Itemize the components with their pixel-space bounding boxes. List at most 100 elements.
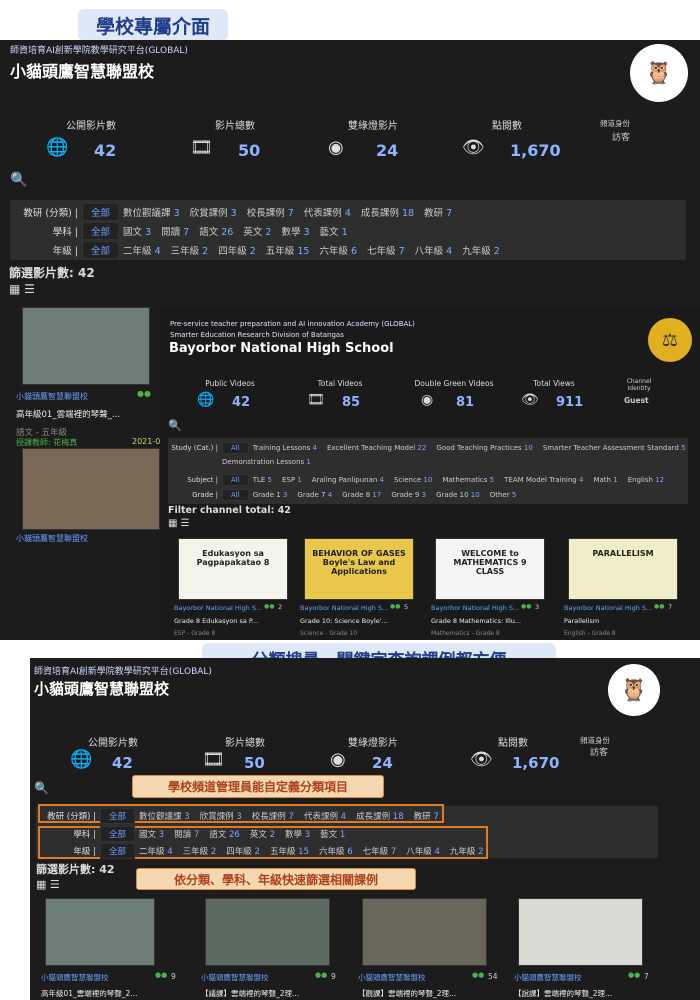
filter-option[interactable]: 數學 3 [285, 828, 310, 840]
filter-all-button[interactable]: 全部 [100, 843, 136, 859]
card-title[interactable]: Grade 10: Science Boyle'... [300, 617, 388, 625]
filter-option[interactable]: 數位觀議課 3 [139, 810, 190, 822]
filter-option[interactable]: Science 10 [394, 476, 432, 484]
filter-option[interactable]: 九年級 2 [462, 243, 500, 257]
filter-option[interactable]: 九年級 2 [450, 845, 484, 857]
filter-option[interactable]: Math 1 [593, 476, 617, 484]
filter-option[interactable]: 四年級 2 [226, 845, 260, 857]
filter-option[interactable]: 教研 7 [424, 205, 452, 219]
video-thumbnail[interactable] [45, 898, 155, 966]
filter-option[interactable]: 代表課例 4 [304, 810, 346, 822]
filter-option[interactable]: 二年級 4 [123, 243, 161, 257]
card-channel[interactable]: 小貓頭鷹智慧聯盟校 [201, 972, 269, 983]
filter-option[interactable]: Grade 10 10 [436, 491, 480, 499]
filter-option[interactable]: 七年級 7 [363, 845, 397, 857]
video-thumbnail[interactable] [518, 898, 643, 966]
filter-option[interactable]: 成長課例 18 [361, 205, 414, 219]
card-title[interactable]: 高年級01_雲端裡的琴聲_... [16, 408, 120, 420]
filter-option[interactable]: 語文 26 [199, 224, 233, 238]
filter-option[interactable]: 英文 2 [243, 224, 271, 238]
filter-option[interactable]: Training Lessons 4 [253, 444, 317, 452]
filter-option[interactable]: TEAM Model Training 4 [504, 476, 583, 484]
filter-option[interactable]: 代表課例 4 [304, 205, 351, 219]
card-title[interactable]: Grade 8 Edukasyon sa P... [174, 617, 258, 625]
filter-option[interactable]: 藝文 1 [320, 828, 345, 840]
video-thumbnail[interactable]: PARALLELISM [568, 538, 678, 600]
filter-option[interactable]: Good Teaching Practices 10 [436, 444, 532, 452]
filter-option[interactable]: 語文 26 [209, 828, 240, 840]
filter-option[interactable]: Excellent Teaching Model 22 [327, 444, 426, 452]
filter-option[interactable]: 五年級 15 [266, 243, 310, 257]
en-grid-view-icon[interactable]: ▦ ☰ [168, 518, 190, 529]
video-thumbnail[interactable] [205, 898, 330, 966]
card-channel[interactable]: Bayorbor National High S... [174, 604, 262, 612]
filter-option[interactable]: Mathematics 5 [442, 476, 494, 484]
filter-all-button[interactable]: 全部 [100, 826, 136, 842]
filter-all-button[interactable]: 全部 [82, 241, 120, 259]
card-channel[interactable]: 小貓頭鷹智慧聯盟校 [514, 972, 582, 983]
card-title[interactable]: 高年級01_雲端裡的琴聲_2... [41, 988, 137, 999]
filter-option[interactable]: 數學 3 [281, 224, 309, 238]
filter-option[interactable]: 成長課例 18 [356, 810, 404, 822]
card-title[interactable]: Parallelism [564, 617, 599, 625]
filter-all-button[interactable]: All [222, 442, 249, 454]
filter-option[interactable]: Grade 7 4 [297, 491, 332, 499]
filter-option[interactable]: 八年級 4 [415, 243, 453, 257]
grid-view-icon[interactable]: ▦ ☰ [36, 878, 60, 891]
filter-option[interactable]: 二年級 4 [139, 845, 173, 857]
filter-option[interactable]: 藝文 1 [320, 224, 348, 238]
filter-option[interactable]: 國文 3 [123, 224, 151, 238]
card-channel[interactable]: 小貓頭鷹智慧聯盟校 [41, 972, 109, 983]
filter-option[interactable]: 三年級 2 [183, 845, 217, 857]
filter-option[interactable]: Grade 8 17 [342, 491, 381, 499]
filter-option[interactable]: 校長課例 7 [247, 205, 294, 219]
filter-option[interactable]: Grade 9 3 [391, 491, 426, 499]
video-thumbnail[interactable] [22, 448, 160, 530]
filter-all-button[interactable]: All [222, 489, 249, 501]
filter-option[interactable]: 校長課例 7 [252, 810, 294, 822]
filter-all-button[interactable]: 全部 [82, 222, 120, 240]
grid-view-icon[interactable]: ▦ ☰ [9, 282, 35, 296]
filter-option[interactable]: ESP 1 [282, 476, 302, 484]
filter-all-button[interactable]: 全部 [82, 203, 120, 221]
filter-option[interactable]: 欣賞課例 3 [190, 205, 237, 219]
filter-option[interactable]: 三年級 2 [171, 243, 209, 257]
filter-option[interactable]: 閱讀 7 [174, 828, 199, 840]
filter-option[interactable]: Demonstration Lessons 1 [222, 458, 311, 466]
filter-option[interactable]: 八年級 4 [406, 845, 440, 857]
filter-option[interactable]: 數位觀議課 3 [123, 205, 180, 219]
filter-option[interactable]: 六年級 6 [319, 243, 357, 257]
card-channel[interactable]: 小貓頭鷹智慧聯盟校 [16, 391, 88, 402]
filter-option[interactable]: 閱讀 7 [161, 224, 189, 238]
en-search-icon[interactable]: 🔍 [168, 419, 182, 432]
video-thumbnail[interactable]: WELCOME to MATHEMATICS 9 CLASS [435, 538, 545, 600]
card-channel[interactable]: 小貓頭鷹智慧聯盟校 [358, 972, 426, 983]
card-title[interactable]: 【觀課】雲端裡的琴聲_2理... [358, 988, 456, 999]
video-thumbnail[interactable] [362, 898, 487, 966]
card-title[interactable]: Grade 8 Mathematics: Illu... [431, 617, 521, 625]
filter-option[interactable]: Smarter Teacher Assessment Standard 5 [543, 444, 686, 452]
filter-all-button[interactable]: 全部 [100, 808, 136, 824]
filter-option[interactable]: 四年級 2 [218, 243, 256, 257]
search-icon[interactable]: 🔍 [34, 781, 49, 795]
filter-option[interactable]: 教研 7 [414, 810, 439, 822]
filter-option[interactable]: Araling Panlipunan 4 [312, 476, 384, 484]
card-channel[interactable]: Bayorbor National High S... [564, 604, 652, 612]
card-channel[interactable]: Bayorbor National High S... [300, 604, 388, 612]
card-title[interactable]: 【議課】雲端裡的琴聲_2理... [201, 988, 299, 999]
card-channel[interactable]: 小貓頭鷹智慧聯盟校 [16, 533, 88, 544]
filter-option[interactable]: TLE 5 [253, 476, 272, 484]
filter-option[interactable]: Other 5 [490, 491, 517, 499]
search-icon[interactable]: 🔍 [10, 172, 27, 188]
filter-option[interactable]: English 12 [628, 476, 664, 484]
video-thumbnail[interactable] [22, 307, 150, 385]
filter-option[interactable]: 七年級 7 [367, 243, 405, 257]
filter-option[interactable]: 五年級 15 [270, 845, 309, 857]
filter-option[interactable]: Grade 1 3 [253, 491, 288, 499]
filter-option[interactable]: 欣賞課例 3 [200, 810, 242, 822]
video-thumbnail[interactable]: BEHAVIOR OF GASES Boyle's Law and Applic… [304, 538, 414, 600]
filter-option[interactable]: 英文 2 [250, 828, 275, 840]
filter-option[interactable]: 國文 3 [139, 828, 164, 840]
card-title[interactable]: 【說課】雲端裡的琴聲_2理... [514, 988, 612, 999]
card-channel[interactable]: Bayorbor National High S... [431, 604, 519, 612]
